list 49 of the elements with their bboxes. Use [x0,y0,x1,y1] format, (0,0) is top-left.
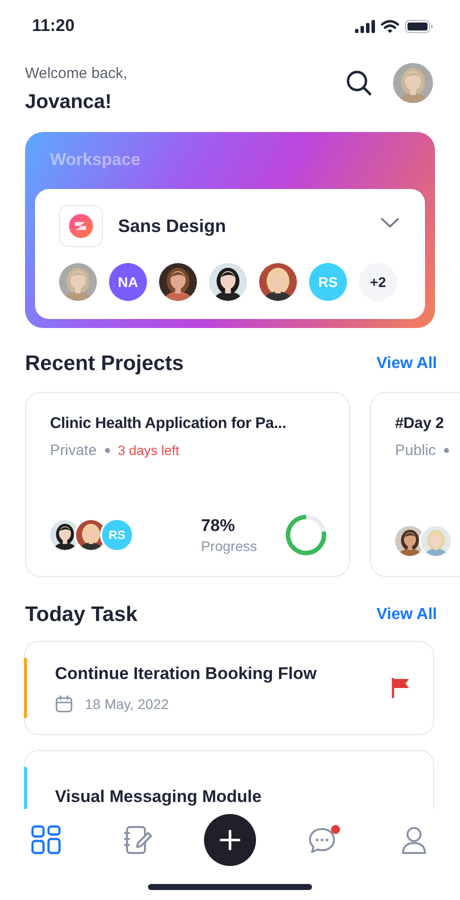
nav-tab[interactable] [307,825,337,855]
person-icon [399,825,429,855]
flag-icon[interactable] [391,677,411,699]
section-title: Today Task [25,603,138,627]
chevron-down-icon [381,218,399,228]
plus-icon [219,829,241,851]
project-card[interactable]: #Day 2 Public [370,392,460,577]
separator-dot [444,448,449,453]
avatar: RS [100,518,134,552]
visibility-label: Public [395,442,436,459]
workspace-name: Sans Design [118,216,228,236]
task-date: 18 May, 2022 [85,696,169,712]
workspace-label: Workspace [49,150,142,170]
task-title: Visual Messaging Module [55,787,263,807]
grid-icon [31,825,61,855]
view-all-link[interactable]: View All [376,606,437,624]
greeting-text: Welcome back, [25,65,128,82]
separator-dot [104,448,110,453]
deadline-label: 3 days left [118,443,180,458]
section-title: Recent Projects [25,352,184,376]
search-icon [345,68,373,96]
nav-tab[interactable] [123,825,153,855]
battery-icon [405,20,433,32]
user-name: Jovanca! [25,91,113,114]
project-card[interactable]: Clinic Health Application for Pa... Private 3 days left RS 78% Progress [25,392,350,577]
project-title: Clinic Health Application for Pa... [50,415,288,433]
progress-value: 78% [200,516,236,536]
view-all-link[interactable]: View All [376,355,437,373]
task-title: Continue Iteration Booking Flow [55,664,318,684]
signal-icon [355,20,375,32]
nav-tab[interactable] [31,825,61,855]
visibility-label: Private [50,442,97,459]
calendar-icon [55,694,73,712]
progress-ring [283,512,329,558]
more-members-badge[interactable]: +2 [359,263,397,301]
task-card[interactable]: Continue Iteration Booking Flow 18 May, 2022 [24,641,434,735]
avatar: NA [109,263,147,301]
notebook-icon [123,825,153,855]
status-time: 11:20 [32,16,75,36]
nav-tab[interactable] [399,825,429,855]
add-button[interactable] [204,814,256,866]
project-title: #Day 2 [395,415,445,433]
dropdown-button[interactable] [381,218,399,228]
workspace-logo-icon [59,205,103,247]
search-button[interactable] [345,68,373,96]
chat-icon [307,825,337,855]
avatar: RS [309,263,347,301]
progress-label: Progress [200,538,257,554]
wifi-icon [381,20,399,32]
